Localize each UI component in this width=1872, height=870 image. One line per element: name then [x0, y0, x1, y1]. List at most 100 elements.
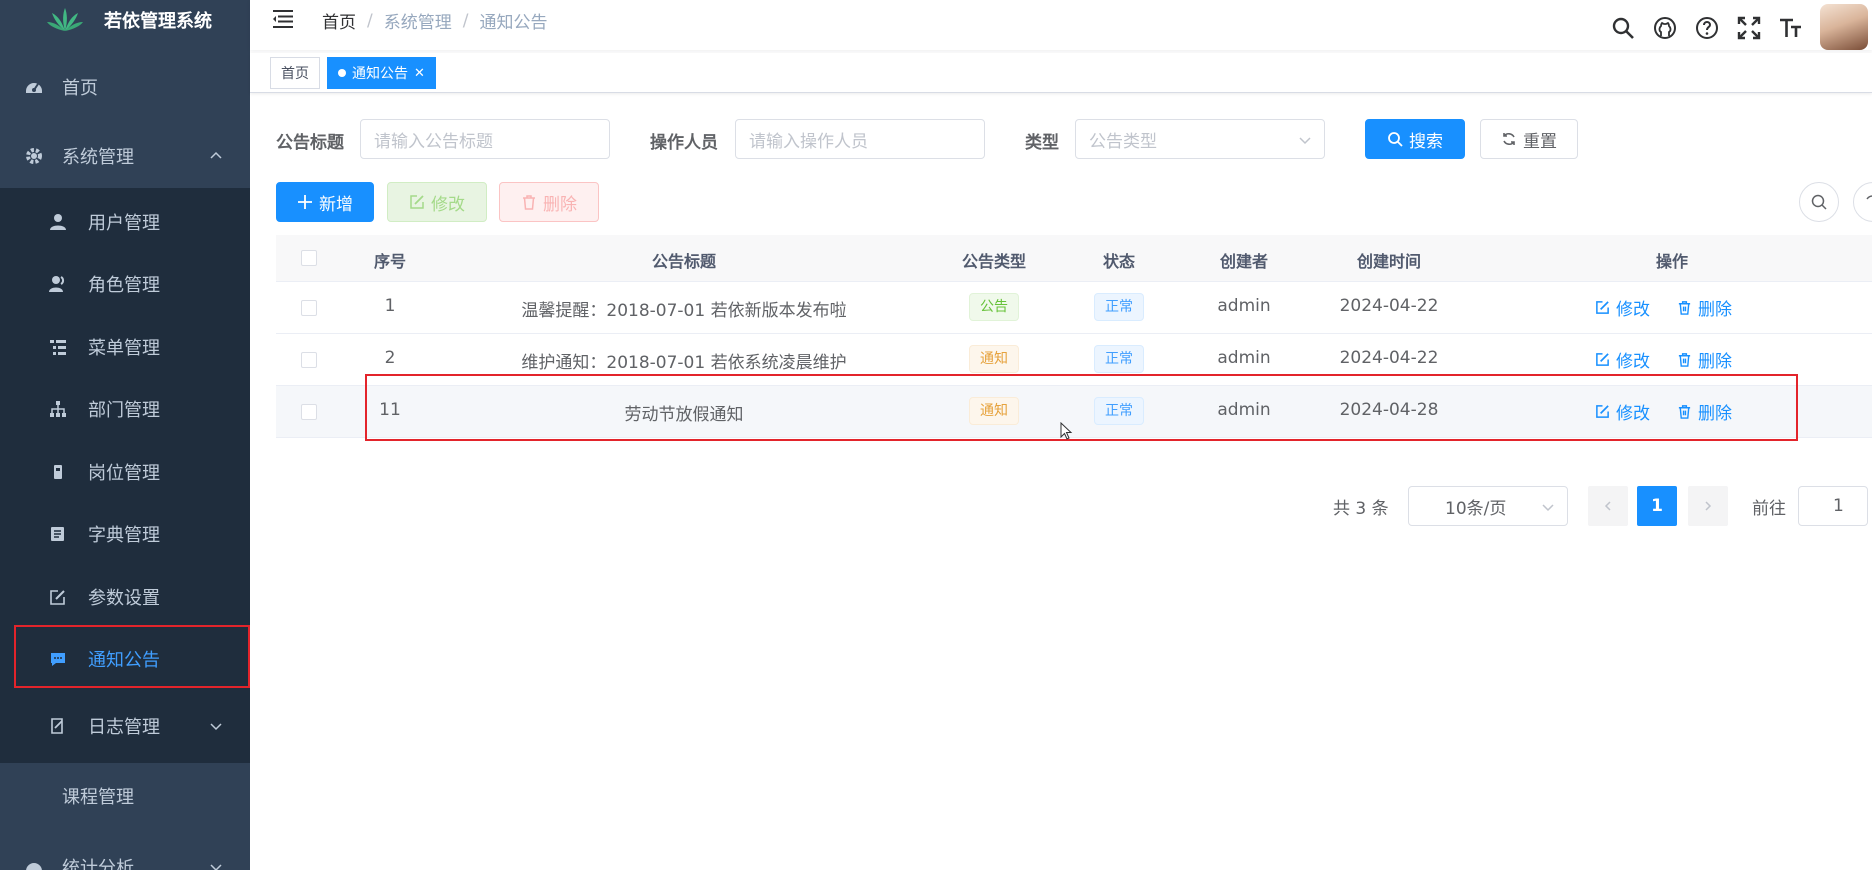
row-edit-label: 修改	[1616, 352, 1650, 372]
title-label: 公告标题	[276, 133, 344, 153]
row-delete-label: 删除	[1698, 300, 1732, 320]
sidebar-item-depts[interactable]: 部门管理	[0, 378, 250, 440]
row-edit-button[interactable]: 修改	[1595, 295, 1650, 320]
header-title: 公告标题	[651, 252, 716, 271]
sidebar-item-label: 用户管理	[88, 213, 160, 234]
breadcrumb: 首页 / 系统管理 / 通知公告	[322, 8, 547, 34]
status-badge: 正常	[1094, 345, 1144, 373]
reset-button-label: 重置	[1523, 131, 1557, 152]
breadcrumb-system[interactable]: 系统管理	[384, 8, 452, 33]
cell-status: 正常	[1064, 345, 1174, 373]
chevron-down-icon	[210, 723, 222, 731]
chart-icon	[24, 857, 44, 870]
tag-home[interactable]: 首页	[270, 57, 320, 89]
status-badge: 正常	[1094, 293, 1144, 321]
goto-page-input[interactable]: 1	[1798, 486, 1868, 526]
avatar[interactable]	[1820, 4, 1868, 50]
edit-button-label: 修改	[431, 194, 465, 215]
reset-button[interactable]: 重置	[1480, 119, 1578, 159]
chevron-left-icon	[1604, 501, 1611, 511]
breadcrumb-separator: /	[462, 10, 469, 31]
search-icon[interactable]	[1610, 15, 1636, 41]
cell-id: 2	[384, 348, 396, 368]
logo[interactable]: 若依管理系统	[0, 0, 250, 40]
font-size-icon[interactable]	[1778, 15, 1804, 41]
peoples-icon	[48, 274, 68, 294]
page-number-current[interactable]: 1	[1637, 486, 1677, 526]
page-size-select[interactable]: 10条/页	[1408, 486, 1568, 526]
tags-view: 首页 通知公告 ✕	[250, 53, 1872, 93]
sidebar-item-label: 系统管理	[62, 147, 134, 168]
operator-placeholder: 请输入操作人员	[749, 131, 868, 152]
sidebar-item-label: 部门管理	[88, 400, 160, 421]
delete-button[interactable]: 删除	[499, 182, 599, 222]
edit-button[interactable]: 修改	[387, 182, 487, 222]
next-page-button[interactable]	[1688, 486, 1728, 526]
table-row[interactable]: 1 温馨提醒：2018-07-01 若依新版本发布啦 公告 正常 admin 2…	[276, 282, 1872, 334]
prev-page-button[interactable]	[1588, 486, 1628, 526]
trash-icon	[521, 194, 537, 210]
cell-creator: admin	[1217, 348, 1271, 368]
sidebar-item-label: 课程管理	[62, 787, 134, 808]
tree-icon	[48, 399, 68, 419]
fullscreen-icon[interactable]	[1736, 15, 1762, 41]
sidebar-item-label: 首页	[62, 78, 98, 99]
refresh-table-button[interactable]	[1853, 182, 1872, 222]
type-select[interactable]: 公告类型	[1075, 119, 1325, 159]
gear-icon	[24, 146, 44, 166]
delete-button-label: 删除	[543, 194, 577, 215]
pagination-total: 共 3 条	[1333, 499, 1389, 519]
sidebar-item-dicts[interactable]: 字典管理	[0, 503, 250, 565]
dict-icon	[48, 524, 68, 544]
sidebar-item-courses[interactable]: 课程管理	[0, 765, 250, 827]
app-title: 若依管理系统	[104, 11, 212, 32]
cell-type: 公告	[924, 293, 1064, 321]
title-placeholder: 请输入公告标题	[374, 131, 493, 152]
row-checkbox[interactable]	[301, 404, 317, 420]
cell-created: 2024-04-22	[1339, 348, 1439, 368]
breadcrumb-home[interactable]: 首页	[322, 8, 356, 33]
sidebar-item-logs[interactable]: 日志管理	[0, 695, 250, 757]
row-delete-button[interactable]: 删除	[1677, 347, 1732, 372]
row-edit-button[interactable]: 修改	[1595, 347, 1650, 372]
sidebar-item-label: 统计分析	[62, 858, 134, 870]
row-checkbox[interactable]	[301, 352, 317, 368]
row-checkbox[interactable]	[301, 300, 317, 316]
chevron-up-icon	[210, 151, 222, 159]
tag-notice[interactable]: 通知公告 ✕	[327, 57, 436, 89]
sidebar-item-home[interactable]: 首页	[0, 56, 250, 118]
question-icon[interactable]	[1694, 15, 1720, 41]
toggle-search-button[interactable]	[1799, 182, 1839, 222]
add-button[interactable]: 新增	[276, 182, 374, 222]
sidebar-item-users[interactable]: 用户管理	[0, 191, 250, 253]
search-button[interactable]: 搜索	[1365, 119, 1465, 159]
operator-label: 操作人员	[650, 133, 718, 153]
title-input[interactable]: 请输入公告标题	[360, 119, 610, 159]
select-all-checkbox[interactable]	[301, 250, 317, 266]
edit-icon	[1595, 300, 1610, 315]
sidebar-item-stats[interactable]: 统计分析	[0, 836, 250, 870]
sidebar-item-posts[interactable]: 岗位管理	[0, 441, 250, 503]
page-size-value: 10条/页	[1445, 498, 1507, 519]
dashboard-icon	[24, 77, 44, 97]
cell-created: 2024-04-22	[1339, 296, 1439, 316]
close-icon[interactable]: ✕	[414, 66, 425, 81]
sidebar-item-menus[interactable]: 菜单管理	[0, 316, 250, 378]
hamburger-icon[interactable]	[272, 8, 294, 30]
row-delete-button[interactable]: 删除	[1677, 295, 1732, 320]
row-edit-label: 修改	[1616, 300, 1650, 320]
highlight-box	[365, 374, 1798, 441]
sidebar-item-label: 菜单管理	[88, 338, 160, 359]
cell-status: 正常	[1064, 293, 1174, 321]
header-created: 创建时间	[1356, 252, 1421, 271]
sidebar-item-label: 角色管理	[88, 275, 160, 296]
operator-input[interactable]: 请输入操作人员	[735, 119, 985, 159]
edit-icon	[409, 194, 425, 210]
navbar: 首页 / 系统管理 / 通知公告	[250, 0, 1872, 50]
mouse-cursor-icon	[1060, 422, 1073, 440]
sidebar-item-system[interactable]: 系统管理	[0, 125, 250, 187]
sidebar-item-config[interactable]: 参数设置	[0, 566, 250, 628]
sidebar-item-roles[interactable]: 角色管理	[0, 253, 250, 315]
github-icon[interactable]	[1652, 15, 1678, 41]
type-label: 类型	[1025, 133, 1059, 153]
